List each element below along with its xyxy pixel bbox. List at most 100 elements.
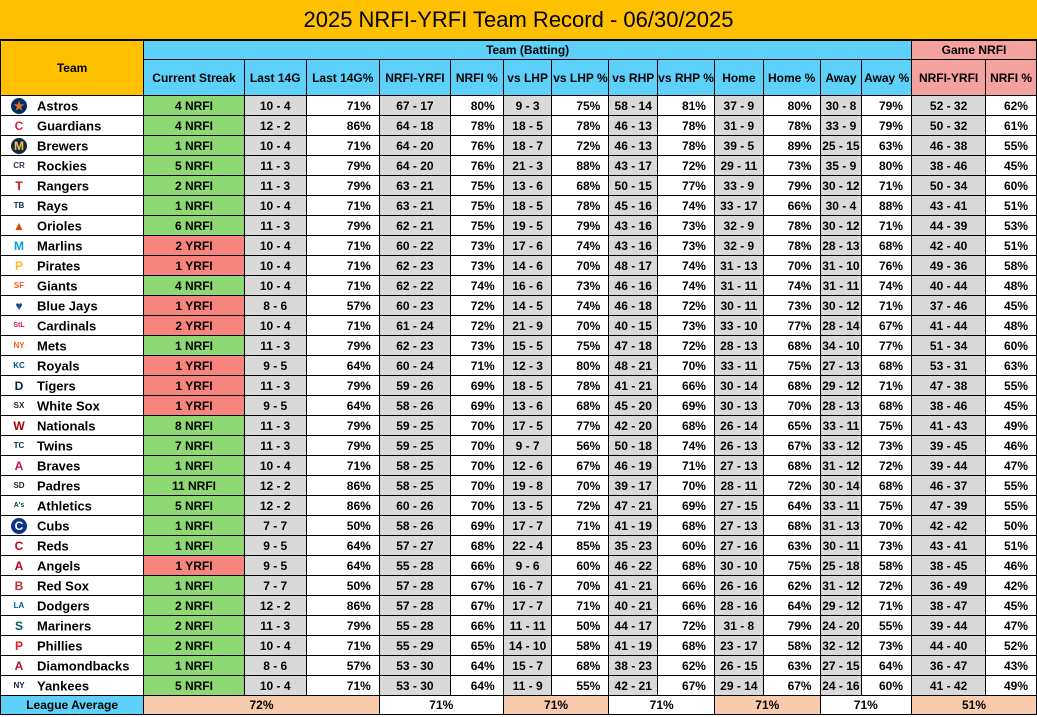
stat-cell: 69% [657,495,715,516]
padres-logo-icon: SD [11,477,27,494]
stat-cell: 71% [305,95,380,116]
team-name: White Sox [37,398,100,413]
stat-cell: 30 - 10 [713,555,764,576]
stat-cell: 73% [551,275,610,296]
table-row: A Braves 1 NRFI 10 - 4 71% 58 - 25 70% 12 - 6 67… [0,455,1037,476]
stat-cell: 74% [551,235,610,256]
current-streak-cell: 5 NRFI [143,495,245,516]
mariners-logo-icon: S [11,617,27,634]
stat-cell: 48% [985,275,1037,296]
team-cell: P Pirates [0,255,145,276]
team-cell: M Brewers [0,135,145,156]
stat-cell: 18 - 7 [502,135,553,156]
stat-cell: 25 - 18 [819,555,863,576]
stat-cell: 11 - 11 [502,615,553,636]
stat-cell: 26 - 14 [713,415,764,436]
team-name: Giants [37,278,78,293]
stat-cell: 42 - 42 [911,515,987,536]
stat-cell: 12 - 2 [243,115,307,136]
stat-cell: 59 - 25 [378,415,451,436]
stat-cell: 58% [985,255,1037,276]
stat-cell: 50 - 32 [911,115,987,136]
stat-cell: 26 - 16 [713,575,764,596]
stat-cell: 9 - 5 [243,355,307,376]
stat-cell: 67% [449,595,504,616]
stat-cell: 33 - 17 [713,195,764,216]
stat-cell: 79% [762,615,821,636]
stat-cell: 17 - 5 [502,415,553,436]
team-cell: A Angels [0,555,145,576]
team-cell: C Reds [0,535,145,556]
stat-cell: 80% [762,95,821,116]
current-streak-cell: 1 YRFI [143,295,245,316]
stat-cell: 13 - 5 [502,495,553,516]
stat-cell: 43 - 41 [911,535,987,556]
table-row: C Cubs 1 NRFI 7 - 7 50% 58 - 26 69% 17 - 7 71% 41… [0,515,1037,536]
stat-cell: 44 - 39 [911,215,987,236]
stat-cell: 60 - 22 [378,235,451,256]
stat-cell: 45% [985,155,1037,176]
stat-cell: 45 - 16 [608,195,659,216]
nrfi-table-sheet: 2025 NRFI-YRFI Team Record - 06/30/2025 … [0,0,1037,717]
stat-cell: 30 - 8 [819,95,863,116]
stat-cell: 27 - 16 [713,535,764,556]
cubs-logo-icon: C [11,517,27,534]
stat-cell: 74% [657,275,715,296]
column-header: vs RHP [608,59,659,96]
team-cell: LA Dodgers [0,595,145,616]
stat-cell: 47 - 21 [608,495,659,516]
stat-cell: 56% [551,435,610,456]
table-row: M Marlins 2 YRFI 10 - 4 71% 60 - 22 73% 17 - 67… [0,235,1037,256]
stat-cell: 78% [551,195,610,216]
stat-cell: 79% [861,115,913,136]
stat-cell: 48% [985,315,1037,336]
stat-cell: 79% [305,335,380,356]
column-header: vs RHP % [657,59,715,96]
stat-cell: 39 - 44 [911,455,987,476]
stat-cell: 43 - 16 [608,235,659,256]
stat-cell: 67% [449,575,504,596]
stat-cell: 8 - 6 [243,655,307,676]
current-streak-cell: 1 NRFI [143,135,245,156]
stat-cell: 46 - 19 [608,455,659,476]
stat-cell: 30 - 13 [713,395,764,416]
team-cell: SF Giants [0,275,145,296]
stat-cell: 46% [985,435,1037,456]
stat-cell: 73% [657,215,715,236]
stat-cell: 30 - 14 [713,375,764,396]
table-row: NY Yankees 5 NRFI 10 - 4 71% 53 - 30 64% 11 - 9… [0,675,1037,696]
stat-cell: 31 - 11 [713,275,764,296]
stat-cell: 72% [657,335,715,356]
stat-cell: 75% [551,95,610,116]
team-cell: NY Yankees [0,675,145,696]
stat-cell: 53 - 30 [378,655,451,676]
athletics-logo-icon: A's [11,497,27,514]
stat-cell: 70% [657,355,715,376]
team-cell: StL Cardinals [0,315,145,336]
stat-cell: 11 - 3 [243,335,307,356]
stat-cell: 11 - 3 [243,215,307,236]
current-streak-cell: 1 YRFI [143,555,245,576]
table-row: A Angels 1 YRFI 9 - 5 64% 55 - 28 66% 9 - 6 60% 4… [0,555,1037,576]
stat-cell: 35 - 9 [819,155,863,176]
team-cell: P Phillies [0,635,145,656]
stat-cell: 57 - 28 [378,575,451,596]
stat-cell: 58 - 26 [378,515,451,536]
stat-cell: 70% [551,315,610,336]
stat-cell: 10 - 4 [243,315,307,336]
team-name: Pirates [37,258,81,273]
stat-cell: 68% [762,335,821,356]
stat-cell: 19 - 5 [502,215,553,236]
stat-cell: 31 - 10 [819,255,863,276]
team-name: Blue Jays [37,298,98,313]
stat-cell: 70% [762,395,821,416]
stat-cell: 62% [762,575,821,596]
stat-cell: 17 - 6 [502,235,553,256]
team-cell: C Guardians [0,115,145,136]
stat-cell: 49% [985,415,1037,436]
stat-cell: 12 - 2 [243,475,307,496]
table-row: CR Rockies 5 NRFI 11 - 3 79% 64 - 20 76% 21 - 3… [0,155,1037,176]
stat-cell: 58% [762,635,821,656]
stat-cell: 9 - 5 [243,535,307,556]
stat-cell: 67% [657,675,715,696]
